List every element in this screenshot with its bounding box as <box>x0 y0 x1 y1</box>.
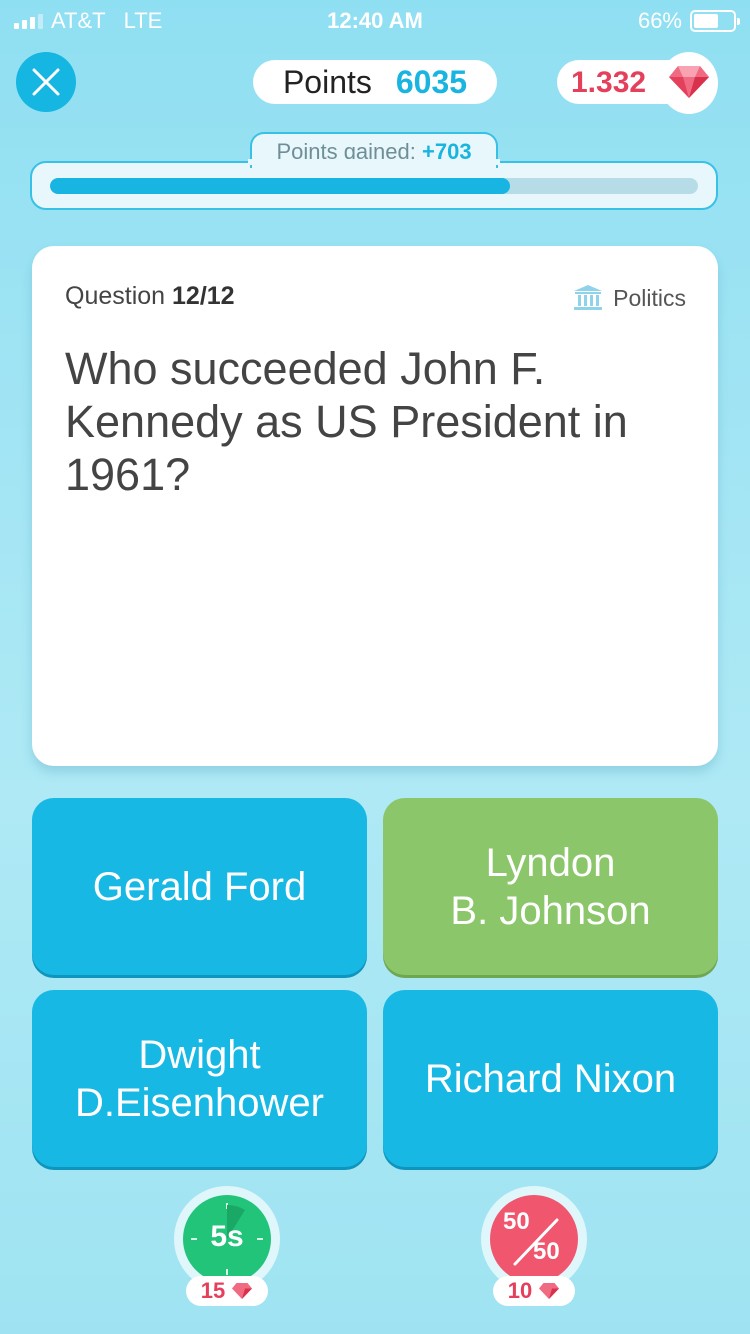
extra-time-label: 5s <box>210 1220 244 1253</box>
fifty-fifty-cost: 10 <box>493 1276 575 1306</box>
question-counter-label: Question <box>65 282 166 310</box>
answer-option-4[interactable]: Richard Nixon <box>383 990 718 1167</box>
close-icon <box>32 68 60 96</box>
battery-percent: 66% <box>637 8 682 33</box>
fifty-fifty-bottom: 50 <box>533 1238 560 1265</box>
fifty-fifty-top: 50 <box>503 1208 530 1235</box>
question-counter-value: 12/12 <box>172 282 235 310</box>
points-value: 6035 <box>395 63 468 100</box>
question-card: Question 12/12 Politics Who succeeded Jo… <box>32 246 718 766</box>
answer-option-2[interactable]: Lyndon B. Johnson <box>383 798 718 975</box>
gem-icon <box>232 1283 253 1299</box>
fifty-fifty-cost-value: 10 <box>507 1278 533 1303</box>
category-label: Politics <box>613 284 686 311</box>
answer-option-1[interactable]: Gerald Ford <box>32 798 367 975</box>
question-text: Who succeeded John F. Kennedy as US Pres… <box>65 343 628 500</box>
status-bar: AT&T LTE 12:40 AM 66% <box>0 0 750 40</box>
fifty-fifty-lifeline[interactable]: 50 50 10 <box>481 1186 587 1306</box>
battery-icon <box>690 10 740 32</box>
points-label: Points <box>282 63 372 100</box>
question-counter: Question 12/12 <box>65 282 235 311</box>
answer-option-3[interactable]: Dwight D.Eisenhower <box>32 990 367 1167</box>
gem-badge[interactable] <box>660 52 718 114</box>
extra-time-cost: 15 <box>186 1276 268 1306</box>
points-display: Points 6035 <box>253 60 497 104</box>
progress-fill <box>50 178 511 194</box>
gem-icon <box>539 1283 560 1299</box>
institution-icon <box>574 285 603 310</box>
gem-icon <box>669 66 709 98</box>
points-progress-bar <box>30 161 718 210</box>
gems-value: 1.332 <box>571 66 647 99</box>
progress-track <box>50 178 698 194</box>
extra-time-cost-value: 15 <box>200 1278 226 1303</box>
question-category: Politics <box>573 284 686 312</box>
close-button[interactable] <box>16 52 76 112</box>
battery-info: 66% <box>637 8 740 34</box>
extra-time-lifeline[interactable]: 5s 15 <box>174 1186 280 1306</box>
